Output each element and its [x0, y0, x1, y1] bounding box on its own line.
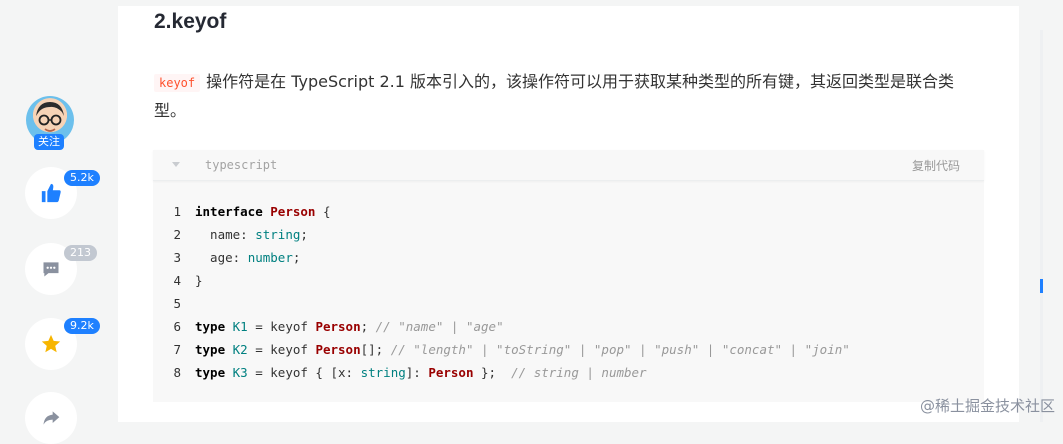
code-token: // "length" | "toString" | "pop" | "push…: [390, 342, 850, 357]
line-number: 4: [173, 273, 181, 288]
caret-down-icon[interactable]: [171, 161, 181, 169]
code-text: age: number;: [195, 246, 300, 269]
code-token: };: [473, 365, 512, 380]
code-token: ;: [360, 319, 376, 334]
line-number: 1: [173, 204, 181, 219]
code-token: = keyof: [247, 342, 316, 357]
code-text: }: [195, 269, 203, 292]
code-line: 4}: [153, 269, 984, 292]
copy-code-button[interactable]: 复制代码: [912, 157, 960, 174]
code-token: Person: [270, 204, 316, 219]
code-block-header: typescript 复制代码: [153, 150, 984, 181]
section-heading: 2.keyof: [154, 10, 227, 33]
code-token: name:: [195, 227, 256, 242]
comment-count-badge: 213: [64, 245, 97, 261]
code-token: Person: [315, 319, 361, 334]
line-number: 8: [173, 365, 181, 380]
code-text: type K2 = keyof Person[]; // "length" | …: [195, 338, 850, 361]
share-icon: [43, 411, 60, 425]
article-content: 2.keyof keyof 操作符是在 TypeScript 2.1 版本引入的，…: [118, 6, 1019, 422]
comment-icon: [43, 262, 59, 277]
code-line: 7 type K2 = keyof Person[]; // "length" |…: [153, 338, 984, 361]
line-number: 5: [173, 296, 181, 311]
code-lines: 1 interface Person {2 name: string; 3 age:…: [153, 200, 984, 384]
code-text: interface Person {: [195, 200, 330, 223]
code-text: type K1 = keyof Person; // "name" | "age…: [195, 315, 504, 338]
line-number: 7: [173, 342, 181, 357]
line-number: 6: [173, 319, 181, 334]
code-token: Person: [315, 342, 361, 357]
code-token: type: [195, 342, 226, 357]
thumbs-up-icon: [41, 183, 61, 203]
code-text: name: string;: [195, 223, 308, 246]
code-token: }: [195, 273, 203, 288]
code-line: 8 type K3 = keyof { [x: string]: Person }…: [153, 361, 984, 384]
scrollbar-thumb[interactable]: [1040, 279, 1043, 293]
share-button[interactable]: [25, 392, 77, 444]
line-number: 2: [173, 227, 181, 242]
code-token: type: [195, 365, 226, 380]
code-token: string: [255, 227, 301, 242]
section-paragraph: keyof 操作符是在 TypeScript 2.1 版本引入的，该操作符可以用于…: [154, 68, 984, 125]
collect-count-badge: 9.2k: [64, 318, 100, 334]
code-token: ;: [292, 250, 301, 265]
code-token: = keyof { [x:: [247, 365, 361, 380]
code-text: type K3 = keyof { [x: string]: Person };…: [195, 361, 647, 384]
code-line: 5: [153, 292, 984, 315]
star-icon: [41, 334, 61, 353]
code-line: 1 interface Person {: [153, 200, 984, 223]
code-token: ]:: [405, 365, 429, 380]
code-token: type: [195, 319, 226, 334]
code-token: = keyof: [247, 319, 316, 334]
watermark: @稀土掘金技术社区: [919, 397, 1055, 415]
code-token: string: [360, 365, 406, 380]
line-number: 3: [173, 250, 181, 265]
code-block: typescript 复制代码 1 interface Person {2 nam…: [153, 150, 984, 402]
code-token: Person: [428, 365, 474, 380]
inline-code: keyof: [154, 74, 201, 92]
code-token: {: [315, 204, 331, 219]
scrollbar-track[interactable]: [1040, 30, 1043, 422]
code-line: 2 name: string;: [153, 223, 984, 246]
code-token: interface: [195, 204, 263, 219]
code-token: // "name" | "age": [375, 319, 504, 334]
code-token: K1: [232, 319, 248, 334]
code-token: ;: [300, 227, 308, 242]
code-token: // string | number: [511, 365, 647, 380]
code-line: 6 type K1 = keyof Person; // "name" | "ag…: [153, 315, 984, 338]
code-language-label: typescript: [205, 158, 278, 172]
code-token: age:: [195, 250, 248, 265]
code-token: K2: [232, 342, 248, 357]
code-token: K3: [232, 365, 248, 380]
code-token: number: [247, 250, 293, 265]
paragraph-text: 操作符是在 TypeScript 2.1 版本引入的，该操作符可以用于获取某种类…: [154, 72, 954, 120]
author-avatar-follow[interactable]: 关注: [26, 96, 76, 152]
article-action-rail: 关注 5.2k 213 9.2k: [0, 0, 118, 444]
code-token: [];: [360, 342, 391, 357]
code-line: 3 age: number;: [153, 246, 984, 269]
like-count-badge: 5.2k: [64, 170, 100, 186]
follow-badge[interactable]: 关注: [34, 134, 64, 150]
